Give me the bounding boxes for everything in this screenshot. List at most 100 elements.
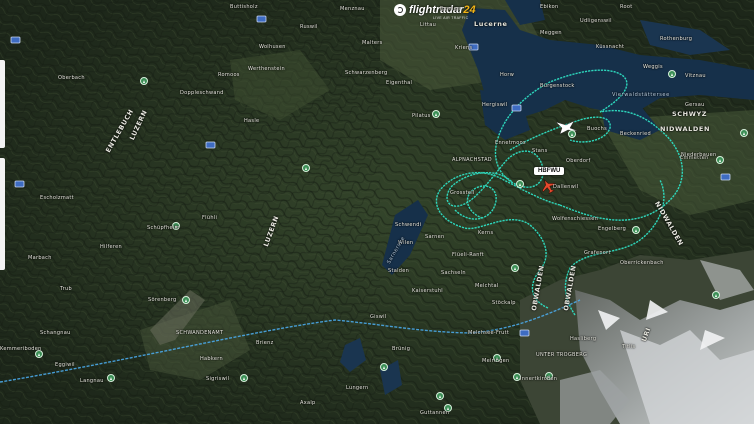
label-innertkirchen: Innertkirchen — [520, 376, 558, 382]
label-root: Root — [620, 4, 633, 10]
label-brienz: Brienz — [256, 340, 274, 346]
label-ruswil: Ruswil — [300, 24, 318, 30]
label-hasle: Hasle — [244, 118, 260, 124]
poi-icon[interactable] — [511, 264, 519, 272]
radar-icon — [394, 4, 406, 16]
label-melchsee: Melchsee-Frutt — [468, 330, 510, 336]
label-kussnacht: Küssnacht — [596, 44, 625, 50]
label-flühli: Flühli — [202, 215, 218, 221]
label-malters: Malters — [362, 40, 383, 46]
poi-icon[interactable] — [380, 363, 388, 371]
label-eigenthal: Eigenthal — [386, 80, 413, 86]
label-sarnen: Sarnen — [425, 234, 445, 240]
label-buochs: Buochs — [587, 126, 607, 132]
label-menznau: Menznau — [340, 6, 365, 12]
poi-icon[interactable] — [668, 70, 676, 78]
left-panel-handle-2[interactable] — [0, 158, 5, 270]
label-schwarzenberg: Schwarzenberg — [345, 70, 388, 76]
label-gersau: Gersau — [685, 102, 705, 108]
flightradar24-logo: flightradar24 — [394, 4, 476, 16]
label-schwanden: SCHWANDENAMT — [176, 330, 224, 336]
label-schangnau: Schangnau — [40, 330, 71, 336]
label-habkern: Habkern — [200, 356, 224, 362]
label-romoos: Romoos — [218, 72, 240, 78]
label-weggis: Weggis — [643, 64, 663, 70]
label-meiringen: Meiringen — [482, 358, 510, 364]
label-kemmeriboden: Kemmeriboden — [0, 346, 42, 352]
label-doppleschwand: Doppleschwand — [180, 90, 224, 96]
label-engelberg: Engelberg — [598, 226, 627, 232]
poi-icon[interactable] — [516, 180, 524, 188]
label-alpnach: ALPNACHSTAD — [452, 157, 492, 163]
flight-map[interactable]: flightradar24 LIVE AIR TRAFFIC HBFWU Luc… — [0, 0, 754, 424]
label-kriens: Kriens — [455, 45, 473, 51]
label-titlis: Titlis — [622, 344, 636, 350]
label-melchtal: Melchtal — [475, 283, 499, 289]
label-oberrickenbach: Oberrickenbach — [620, 260, 664, 266]
poi-icon[interactable] — [740, 129, 748, 137]
label-nidwalden: NIDWALDEN — [660, 125, 710, 133]
label-marbach: Marbach — [28, 255, 52, 261]
label-wolhusen: Wolhusen — [259, 44, 286, 50]
label-ennetmoos: Ennetmoos — [495, 140, 526, 146]
poi-icon[interactable] — [182, 296, 190, 304]
label-grossteil: Grossteil — [450, 190, 475, 196]
label-sachseln: Sachseln — [441, 270, 466, 276]
poi-icon[interactable] — [140, 77, 148, 85]
label-oberdorf: Oberdorf — [566, 158, 591, 164]
terrain-layer — [0, 0, 754, 424]
label-unterwasser: UNTER TROGBERG — [536, 352, 588, 358]
poi-icon[interactable] — [432, 110, 440, 118]
label-burgenstock: Bürgenstock — [540, 83, 575, 89]
label-flueli: Flüeli-Ranft — [452, 252, 484, 258]
label-kerns: Kerns — [478, 230, 494, 236]
label-stalden: Stalden — [388, 268, 410, 274]
label-grafenort: Grafenort — [584, 250, 611, 256]
poi-icon[interactable] — [107, 374, 115, 382]
label-kaiserstuhl: Kaiserstuhl — [412, 288, 443, 294]
poi-icon[interactable] — [568, 130, 576, 138]
label-schupfheim: Schüpfheim — [147, 225, 180, 231]
label-sorenberg: Sörenberg — [148, 297, 177, 303]
label-lake-lucerne: Vierwaldstättersee — [612, 92, 670, 98]
label-lucerne: Lucerne — [474, 20, 508, 28]
label-escholzmatt: Escholzmatt — [40, 195, 74, 201]
left-panel-handle[interactable] — [0, 60, 5, 148]
poi-icon[interactable] — [632, 226, 640, 234]
poi-icon[interactable] — [436, 392, 444, 400]
label-schwendi: Schwendi — [395, 222, 422, 228]
label-emmen: Emmen — [440, 6, 461, 12]
label-langnau: Langnau — [80, 378, 104, 384]
label-ebikon: Ebikon — [540, 4, 559, 10]
label-brünig: Brünig — [392, 346, 411, 352]
poi-icon[interactable] — [240, 374, 248, 382]
label-hergiswil: Hergiswil — [482, 102, 508, 108]
label-stöckalp: Stöckalp — [492, 300, 516, 306]
label-meggen: Meggen — [540, 30, 562, 36]
label-hasliberg: Hasliberg — [570, 336, 597, 342]
poi-icon[interactable] — [712, 291, 720, 299]
label-dallenwil: Dallenwil — [553, 184, 579, 190]
label-guttannen: Guttannen — [420, 410, 450, 416]
label-stans: Stans — [532, 148, 548, 154]
label-giswil: Giswil — [370, 314, 387, 320]
label-werthenstein: Werthenstein — [248, 66, 285, 72]
label-hilferen: Hilferen — [100, 244, 122, 250]
label-horw: Horw — [500, 72, 515, 78]
label-sigriswil: Sigriswil — [206, 376, 230, 382]
label-udligenswil: Udligenswil — [580, 18, 612, 24]
callsign-label[interactable]: HBFWU — [534, 167, 565, 175]
poi-icon[interactable] — [716, 156, 724, 164]
label-axalp: Axalp — [300, 400, 316, 406]
label-niederbauen: Niederbauen — [681, 152, 717, 158]
poi-icon[interactable] — [302, 164, 310, 172]
label-pilatus: Pilatus — [412, 113, 431, 119]
label-lungern: Lungern — [346, 385, 369, 391]
label-vitznau: Vitznau — [685, 73, 706, 79]
brand-subtitle: LIVE AIR TRAFFIC — [433, 16, 469, 20]
label-schwyz: SCHWYZ — [672, 110, 708, 118]
label-eggiwil: Eggiwil — [55, 362, 75, 368]
label-littau: Littau — [420, 22, 437, 28]
label-beckenried: Beckenried — [620, 131, 651, 137]
label-rothenburg: Rothenburg — [660, 36, 693, 42]
